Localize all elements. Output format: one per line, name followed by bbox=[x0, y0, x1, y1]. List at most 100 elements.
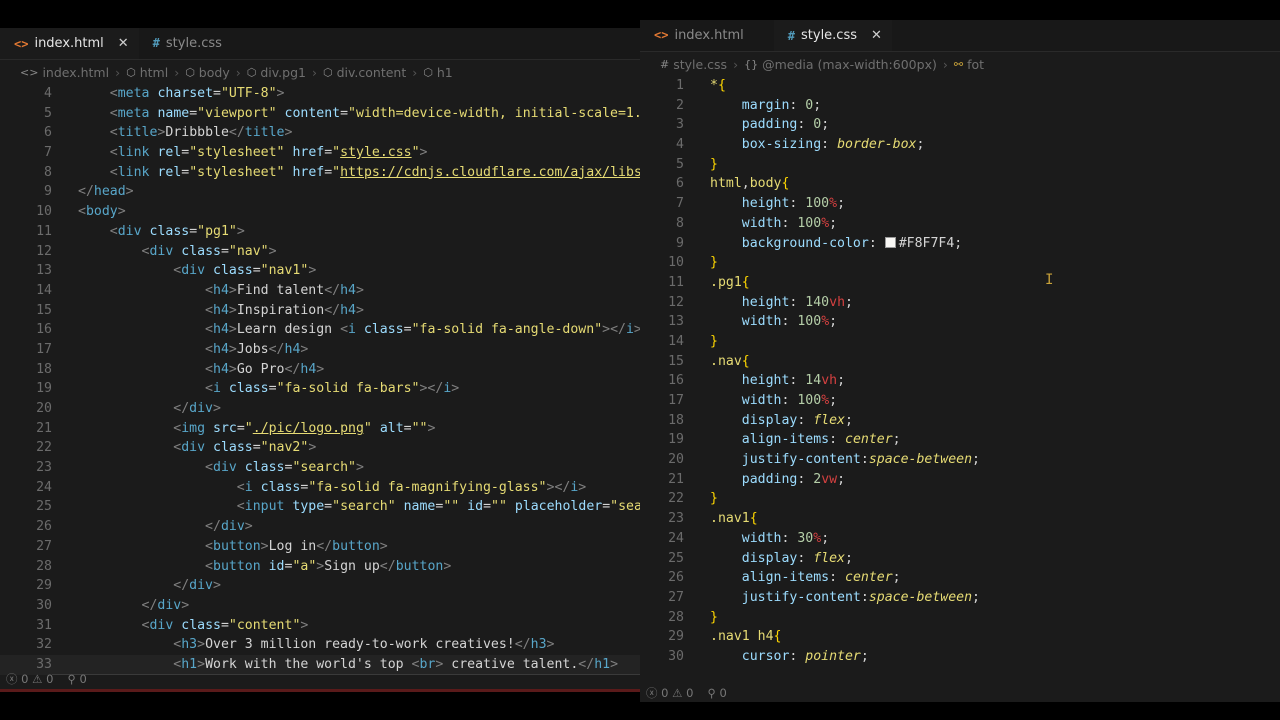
code-line[interactable]: 31 <div class="content"> bbox=[0, 616, 640, 636]
line-number[interactable]: 30 bbox=[0, 596, 52, 616]
code-line[interactable]: 13 <div class="nav1"> bbox=[0, 261, 640, 281]
code-line[interactable]: 28 <button id="a">Sign up</button> bbox=[0, 557, 640, 577]
line-number[interactable]: 6 bbox=[0, 123, 52, 143]
breadcrumb-item[interactable]: ⬡ h1 bbox=[423, 65, 453, 80]
code-line[interactable]: 20 justify-content:space-between; bbox=[640, 450, 1280, 470]
line-number[interactable]: 9 bbox=[640, 234, 684, 254]
breadcrumb-item[interactable]: ⬡ div.content bbox=[323, 65, 406, 80]
line-number[interactable]: 23 bbox=[0, 458, 52, 478]
line-number[interactable]: 7 bbox=[0, 143, 52, 163]
line-number[interactable]: 26 bbox=[640, 568, 684, 588]
line-number[interactable]: 21 bbox=[640, 470, 684, 490]
code-line[interactable]: 18 display: flex; bbox=[640, 411, 1280, 431]
code-line[interactable]: 7 <link rel="stylesheet" href="style.css… bbox=[0, 143, 640, 163]
code-line[interactable]: 11 .pg1{ bbox=[640, 273, 1280, 293]
code-line[interactable]: 26 align-items: center; bbox=[640, 568, 1280, 588]
code-line[interactable]: 24 <i class="fa-solid fa-magnifying-glas… bbox=[0, 478, 640, 498]
breadcrumb-item[interactable]: <> index.html bbox=[20, 65, 109, 80]
line-number[interactable]: 22 bbox=[640, 489, 684, 509]
tab-index-html[interactable]: <> index.html ✕ bbox=[0, 28, 139, 59]
line-number[interactable]: 24 bbox=[640, 529, 684, 549]
line-number[interactable]: 12 bbox=[0, 242, 52, 262]
code-line[interactable]: 4 box-sizing: border-box; bbox=[640, 135, 1280, 155]
code-line[interactable]: 21 padding: 2vw; bbox=[640, 470, 1280, 490]
code-line[interactable]: 32 <h3>Over 3 million ready-to-work crea… bbox=[0, 635, 640, 655]
html-code-editor[interactable]: 4 <meta charset="UTF-8"> 5 <meta name="vi… bbox=[0, 84, 640, 675]
line-number[interactable]: 10 bbox=[0, 202, 52, 222]
css-code-editor[interactable]: 1 *{2 margin: 0; 3 padding: 0; 4 box-sizing… bbox=[640, 76, 1280, 667]
line-number[interactable]: 22 bbox=[0, 438, 52, 458]
code-line[interactable]: 30 cursor: pointer; bbox=[640, 647, 1280, 667]
line-number[interactable]: 5 bbox=[640, 155, 684, 175]
code-line[interactable]: 10 <body> bbox=[0, 202, 640, 222]
line-number[interactable]: 19 bbox=[640, 430, 684, 450]
breadcrumb-item[interactable]: # style.css bbox=[660, 57, 727, 72]
line-number[interactable]: 16 bbox=[0, 320, 52, 340]
line-number[interactable]: 15 bbox=[0, 301, 52, 321]
breadcrumb-item[interactable]: ⬡ div.pg1 bbox=[247, 65, 306, 80]
line-number[interactable]: 8 bbox=[0, 163, 52, 183]
code-line[interactable]: 27 justify-content:space-between; bbox=[640, 588, 1280, 608]
line-number[interactable]: 11 bbox=[0, 222, 52, 242]
code-line[interactable]: 5} bbox=[640, 155, 1280, 175]
problems-indicator[interactable]: ⓧ 0 ⚠ 0 bbox=[646, 685, 693, 701]
line-number[interactable]: 13 bbox=[0, 261, 52, 281]
line-number[interactable]: 31 bbox=[0, 616, 52, 636]
code-line[interactable]: 3 padding: 0; bbox=[640, 115, 1280, 135]
problems-indicator[interactable]: ⓧ 0 ⚠ 0 bbox=[6, 671, 53, 687]
line-number[interactable]: 29 bbox=[0, 576, 52, 596]
line-number[interactable]: 29 bbox=[640, 627, 684, 647]
line-number[interactable]: 2 bbox=[640, 96, 684, 116]
line-number[interactable]: 16 bbox=[640, 371, 684, 391]
code-line[interactable]: 28} bbox=[640, 608, 1280, 628]
breadcrumb-item[interactable]: {} @media (max-width:600px) bbox=[744, 57, 937, 72]
line-number[interactable]: 18 bbox=[0, 360, 52, 380]
tab-style-css[interactable]: # style.css bbox=[139, 28, 232, 59]
close-icon[interactable]: ✕ bbox=[871, 28, 882, 43]
code-line[interactable]: 29 .nav1 h4{ bbox=[640, 627, 1280, 647]
line-number[interactable]: 23 bbox=[640, 509, 684, 529]
code-line[interactable]: 18 <h4>Go Pro</h4> bbox=[0, 360, 640, 380]
line-number[interactable]: 19 bbox=[0, 379, 52, 399]
line-number[interactable]: 9 bbox=[0, 182, 52, 202]
line-number[interactable]: 13 bbox=[640, 312, 684, 332]
line-number[interactable]: 25 bbox=[0, 497, 52, 517]
code-line[interactable]: 16 <h4>Learn design <i class="fa-solid f… bbox=[0, 320, 640, 340]
code-line[interactable]: 9 background-color: #F8F7F4; bbox=[640, 234, 1280, 254]
breadcrumb-item[interactable]: ⬡ body bbox=[185, 65, 230, 80]
line-number[interactable]: 24 bbox=[0, 478, 52, 498]
code-line[interactable]: 16 height: 14vh; bbox=[640, 371, 1280, 391]
code-line[interactable]: 9 </head> bbox=[0, 182, 640, 202]
code-line[interactable]: 14} bbox=[640, 332, 1280, 352]
code-line[interactable]: 13 width: 100%; bbox=[640, 312, 1280, 332]
ports-indicator[interactable]: ⚲ 0 bbox=[67, 672, 86, 686]
line-number[interactable]: 32 bbox=[0, 635, 52, 655]
line-number[interactable]: 8 bbox=[640, 214, 684, 234]
line-number[interactable]: 25 bbox=[640, 549, 684, 569]
code-line[interactable]: 15 .nav{ bbox=[640, 352, 1280, 372]
color-swatch[interactable] bbox=[884, 237, 896, 248]
line-number[interactable]: 6 bbox=[640, 174, 684, 194]
code-line[interactable]: 15 <h4>Inspiration</h4> bbox=[0, 301, 640, 321]
code-line[interactable]: 19 align-items: center; bbox=[640, 430, 1280, 450]
line-number[interactable]: 27 bbox=[0, 537, 52, 557]
code-line[interactable]: 6 <title>Dribbble</title> bbox=[0, 123, 640, 143]
code-line[interactable]: 20 </div> bbox=[0, 399, 640, 419]
code-line[interactable]: 1 *{ bbox=[640, 76, 1280, 96]
breadcrumb-item[interactable]: ⬡ html bbox=[126, 65, 168, 80]
code-line[interactable]: 8 <link rel="stylesheet" href="https://c… bbox=[0, 163, 640, 183]
code-line[interactable]: 19 <i class="fa-solid fa-bars"></i> bbox=[0, 379, 640, 399]
line-number[interactable]: 4 bbox=[0, 84, 52, 104]
ports-indicator[interactable]: ⚲ 0 bbox=[707, 686, 726, 700]
line-number[interactable]: 14 bbox=[640, 332, 684, 352]
line-number[interactable]: 28 bbox=[640, 608, 684, 628]
code-line[interactable]: 29 </div> bbox=[0, 576, 640, 596]
code-line[interactable]: 23 .nav1{ bbox=[640, 509, 1280, 529]
breadcrumb-item[interactable]: ⚯ fot bbox=[954, 57, 984, 72]
code-line[interactable]: 25 <input type="search" name="" id="" pl… bbox=[0, 497, 640, 517]
line-number[interactable]: 20 bbox=[640, 450, 684, 470]
code-line[interactable]: 17 <h4>Jobs</h4> bbox=[0, 340, 640, 360]
line-number[interactable]: 3 bbox=[640, 115, 684, 135]
line-number[interactable]: 17 bbox=[0, 340, 52, 360]
line-number[interactable]: 30 bbox=[640, 647, 684, 667]
